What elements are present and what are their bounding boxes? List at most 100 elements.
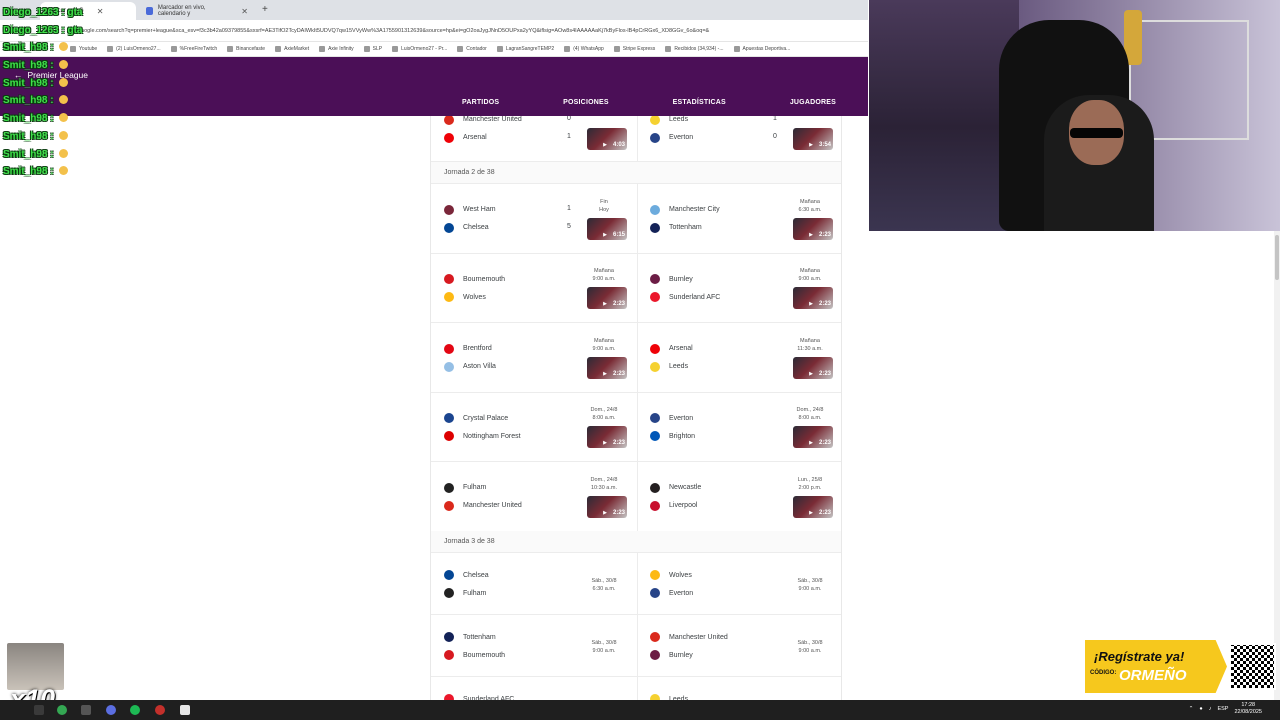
volume-icon[interactable]: ♪ [1209,706,1212,712]
video-highlight-thumbnail[interactable]: ▶ 3:54 [793,127,833,150]
bookmark-item[interactable]: AxieMarket [275,46,309,52]
match-row: Brentford Aston Villa Mañana 9:00 a.m. ▶ 2:23… [431,323,841,393]
video-highlight-thumbnail[interactable]: ▶ 2:23 [793,287,833,310]
team-name: Leeds [669,116,689,123]
clock[interactable]: 17:28 22/08/2025 [1234,702,1262,716]
app-icon[interactable] [180,705,190,715]
bookmark-item[interactable]: %FreeFireTwitch [170,46,217,52]
match-card[interactable]: Wolves Everton Sáb., 30/8 9:00 a.m. [637,553,841,614]
match-card[interactable]: Arsenal Leeds Mañana 11:30 a.m. ▶ 2:23 [637,323,841,392]
browser-tab-marcador[interactable]: Marcador en vivo, calendario y ✕ [138,2,256,20]
match-list: Manchester United 0 Arsenal 1 ▶ 4:03 Leeds 1 Eve… [430,116,842,720]
chevron-up-icon[interactable]: ⌃ [1189,706,1194,712]
play-icon: ▶ [603,301,607,308]
team-row: Everton [650,588,693,598]
team-crest-icon [444,650,454,660]
bookmark-item[interactable]: LagranSangreTEMP2 [496,46,554,52]
match-status-line: 8:00 a.m. [798,415,822,422]
chat-username: Diego_1263 [3,24,59,36]
tab-jugadores[interactable]: JUGADORES [790,99,836,106]
video-duration: 2:23 [818,301,831,308]
bookmark-item[interactable]: Axie Infinity [319,46,354,52]
match-card[interactable]: Tottenham Bournemouth Sáb., 30/8 9:00 a.m. [431,615,637,676]
match-card[interactable]: Leeds 1 Everton 0 ▶ 3:54 [637,116,841,161]
video-highlight-thumbnail[interactable]: ▶ 2:23 [587,426,627,449]
match-card[interactable]: Newcastle Liverpool Lun., 25/8 2:00 p.m. ▶ 2:… [637,462,841,531]
video-highlight-thumbnail[interactable]: ▶ 6:15 [587,217,627,240]
bookmark-item[interactable]: (2) LuisOrmeno27... [107,46,161,52]
scrollbar[interactable] [1274,231,1280,700]
play-icon: ▶ [809,440,813,447]
match-card[interactable]: Crystal Palace Nottingham Forest Dom., 24/… [431,393,637,462]
site-favicon-icon [146,7,153,15]
chat-username: Smit_h98 [3,42,48,54]
video-highlight-thumbnail[interactable]: ▶ 2:23 [793,495,833,518]
play-icon: ▶ [809,231,813,238]
chat-separator: : [47,95,57,107]
tab-estadisticas[interactable]: ESTADÍSTICAS [673,99,726,106]
address-bar[interactable]: google.com/search?q=premier+league&sca_e… [0,20,868,42]
obs-icon[interactable] [155,705,165,715]
video-highlight-thumbnail[interactable]: ▶ 2:23 [793,426,833,449]
team-crest-icon [650,500,660,511]
video-highlight-thumbnail[interactable]: ▶ 2:23 [587,356,627,379]
match-card[interactable]: Manchester United Burnley Sáb., 30/8 9:00 a… [637,615,841,676]
bookmark-item[interactable]: (4) WhatsApp [564,46,604,52]
match-row: Crystal Palace Nottingham Forest Dom., 24/… [431,392,841,462]
bookmark-label: AxieMarket [284,46,310,52]
bookmark-item[interactable]: Stripe Express [613,46,655,52]
team-name: Brighton [669,432,696,440]
team-name: Wolves [669,571,692,579]
bookmark-item[interactable]: Contador [457,46,487,52]
bookmarks-bar: Youtube (2) LuisOrmeno27... %FreeFireTwitc… [0,42,868,57]
match-card[interactable]: Everton Brighton Dom., 24/8 8:00 a.m. ▶ 2:23 [637,393,841,462]
lang-indicator[interactable]: ESP [1217,706,1228,712]
video-highlight-thumbnail[interactable]: ▶ 2:23 [587,495,627,518]
match-status: Sáb., 30/8 6:30 a.m. [581,577,627,593]
mic-icon[interactable]: ● [1199,706,1202,712]
video-duration: 2:23 [818,370,831,377]
task-view-icon[interactable] [81,705,91,715]
chrome-icon[interactable] [57,705,67,715]
team-crest-icon [650,632,660,642]
new-tab-icon[interactable]: + [262,4,268,15]
match-status: Mañana 9:00 a.m. [787,267,833,283]
close-icon[interactable]: ✕ [97,7,104,16]
match-status-line: Hoy [599,206,609,213]
bookmark-item[interactable]: Binancefaste [227,46,265,52]
spotify-icon[interactable] [130,705,140,715]
video-highlight-thumbnail[interactable]: ▶ 2:23 [587,287,627,310]
match-card[interactable]: Manchester United 0 Arsenal 1 ▶ 4:03 [431,116,637,161]
scrollbar-thumb[interactable] [1275,235,1279,280]
team-name: Tottenham [669,224,702,232]
match-card[interactable]: Fulham Manchester United Dom., 24/8 10:30 a… [431,462,637,531]
bookmark-item[interactable]: Recibidos (34,934) -... [665,46,724,52]
team-name: Wolves [463,293,486,301]
match-row: Chelsea Fulham Sáb., 30/8 6:30 a.m. Wolves Ev… [431,553,841,615]
bookmark-item[interactable]: Apuestas Deportiva... [733,46,790,52]
tab-posiciones[interactable]: POSICIONES [563,99,609,106]
video-duration: 2:23 [612,370,625,377]
bookmark-item[interactable]: SLP [363,46,382,52]
search-icon[interactable] [34,705,44,715]
match-card[interactable]: Chelsea Fulham Sáb., 30/8 6:30 a.m. [431,553,637,614]
match-card[interactable]: Brentford Aston Villa Mañana 9:00 a.m. ▶ 2:23 [431,323,637,392]
video-highlight-thumbnail[interactable]: ▶ 2:23 [793,356,833,379]
bookmark-label: (4) WhatsApp [573,46,604,52]
url-text[interactable]: google.com/search?q=premier+league&sca_e… [78,24,864,38]
video-highlight-thumbnail[interactable]: ▶ 4:03 [587,127,627,150]
match-card[interactable]: Burnley Sunderland AFC Mañana 9:00 a.m. ▶ 2:2… [637,254,841,323]
team-crest-icon [650,588,660,598]
tab-partidos[interactable]: PARTIDOS [462,99,499,106]
team-score: 1 [567,132,571,140]
match-card[interactable]: Manchester City Tottenham Mañana 6:30 a.m. ▶… [637,184,841,253]
match-card[interactable]: Bournemouth Wolves Mañana 9:00 a.m. ▶ 2:23 [431,254,637,323]
team-crest-icon [650,116,660,125]
bookmark-icon [107,46,114,52]
bookmark-item[interactable]: LuisOrmeno27 - Pr... [392,46,447,52]
team-crest-icon [650,570,660,580]
match-card[interactable]: West Ham 1 Chelsea 5 Fin Hoy ▶ 6:15 [431,184,637,253]
close-icon[interactable]: ✕ [241,7,248,16]
discord-icon[interactable] [106,705,116,715]
video-highlight-thumbnail[interactable]: ▶ 2:23 [793,217,833,240]
